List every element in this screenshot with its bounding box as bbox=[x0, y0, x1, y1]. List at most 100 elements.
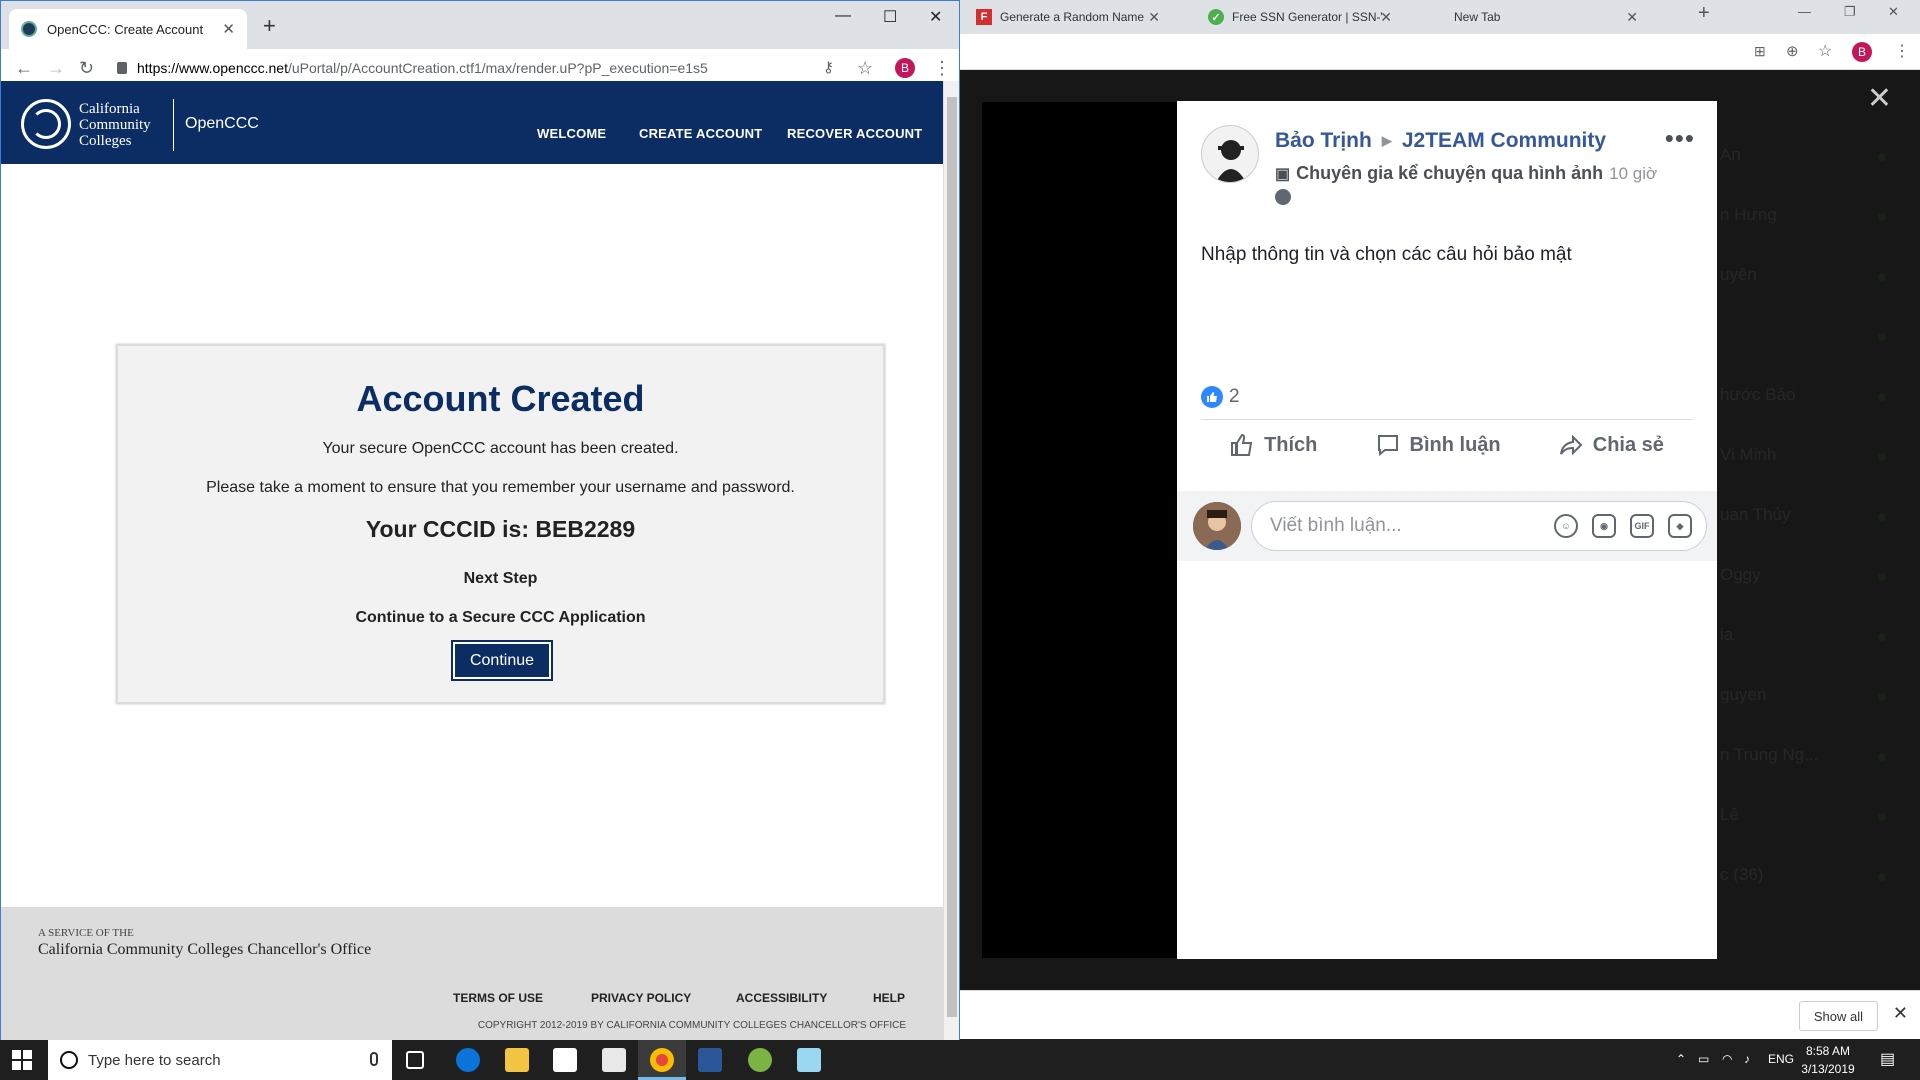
search-placeholder: Type here to search bbox=[88, 1051, 221, 1069]
gif-icon[interactable]: GIF bbox=[1630, 514, 1654, 538]
post-time[interactable]: 10 giờ bbox=[1609, 164, 1657, 184]
scrollbar[interactable] bbox=[943, 81, 959, 1041]
tab-title: Generate a Random Name - Fake bbox=[1000, 10, 1148, 24]
back-arrow-icon[interactable]: ← bbox=[15, 58, 33, 79]
ccc-seal-logo[interactable] bbox=[21, 99, 71, 149]
post-text: Nhập thông tin và chọn các câu hỏi bảo m… bbox=[1201, 244, 1572, 265]
chrome-taskbar-button[interactable] bbox=[638, 1040, 686, 1080]
nav-welcome[interactable]: WELCOME bbox=[537, 126, 606, 141]
continue-button[interactable]: Continue bbox=[451, 640, 553, 681]
share-button[interactable]: Chia sẻ bbox=[1559, 433, 1664, 457]
reload-icon[interactable]: ↻ bbox=[79, 58, 94, 79]
comment-placeholder: Viết bình luận... bbox=[1270, 515, 1402, 536]
microphone-icon[interactable] bbox=[370, 1052, 378, 1066]
footer-help-link[interactable]: HELP bbox=[873, 991, 905, 1005]
file-explorer-icon[interactable] bbox=[505, 1048, 529, 1072]
mail-icon[interactable] bbox=[602, 1048, 626, 1072]
badge-label[interactable]: Chuyên gia kể chuyện qua hình ảnh bbox=[1296, 163, 1603, 184]
like-count: 2 bbox=[1229, 386, 1240, 407]
author-name[interactable]: Bảo Trịnh bbox=[1275, 129, 1372, 153]
post-panel: Bảo Trịnh ▶ J2TEAM Community ••• ▣ Chuyê… bbox=[1177, 101, 1717, 959]
maximize-icon[interactable]: ☐ bbox=[883, 7, 897, 27]
scroll-thumb[interactable] bbox=[947, 97, 957, 1017]
site-header: California Community Colleges OpenCCC WE… bbox=[1, 81, 943, 164]
more-options-icon[interactable]: ••• bbox=[1665, 123, 1695, 154]
user-avatar[interactable] bbox=[1193, 502, 1241, 550]
nav-create-account[interactable]: CREATE ACCOUNT bbox=[639, 126, 762, 141]
emoji-icon[interactable]: ☺ bbox=[1554, 514, 1578, 538]
star-icon[interactable]: ☆ bbox=[857, 58, 873, 79]
toolbar: ⊞ ⊕ ☆ B ⋮ bbox=[960, 34, 1920, 70]
battery-icon[interactable]: ▭ bbox=[1698, 1052, 1709, 1066]
close-icon[interactable]: ✕ bbox=[1148, 9, 1160, 26]
zoom-icon[interactable]: ⊕ bbox=[1786, 42, 1799, 60]
edge-icon[interactable] bbox=[456, 1048, 480, 1072]
minimize-icon[interactable]: — bbox=[835, 7, 851, 25]
clock[interactable]: 8:58 AM 3/13/2019 bbox=[1788, 1042, 1868, 1078]
paint-icon[interactable] bbox=[748, 1048, 772, 1072]
comment-button[interactable]: Bình luận bbox=[1376, 433, 1501, 457]
author-avatar[interactable] bbox=[1201, 125, 1259, 183]
address-bar[interactable]: https://www.openccc.net/uPortal/p/Accoun… bbox=[117, 52, 837, 84]
forward-arrow-icon[interactable]: → bbox=[47, 58, 65, 79]
tab-openccc[interactable]: OpenCCC: Create Account ✕ bbox=[9, 9, 247, 49]
windows-start-icon[interactable] bbox=[12, 1050, 32, 1070]
close-window-icon[interactable]: ✕ bbox=[1888, 4, 1899, 20]
star-icon[interactable]: ☆ bbox=[1818, 41, 1832, 61]
footer-privacy-link[interactable]: PRIVACY POLICY bbox=[591, 991, 691, 1005]
volume-icon[interactable]: ♪ bbox=[1744, 1052, 1750, 1066]
tab-ssn-generator[interactable]: ✓ Free SSN Generator | SSN-Verify ✕ bbox=[1208, 0, 1398, 34]
close-icon[interactable]: ✕ bbox=[1380, 9, 1392, 26]
close-window-icon[interactable]: ✕ bbox=[929, 7, 942, 27]
chrome-icon bbox=[650, 1048, 674, 1072]
profile-avatar[interactable]: B bbox=[1852, 42, 1872, 62]
group-name[interactable]: J2TEAM Community bbox=[1402, 129, 1606, 153]
wifi-icon[interactable]: ◠ bbox=[1722, 1052, 1732, 1066]
openccc-page: California Community Colleges OpenCCC WE… bbox=[1, 81, 943, 1041]
profile-avatar[interactable]: B bbox=[895, 58, 915, 78]
menu-icon[interactable]: ⋮ bbox=[1894, 41, 1910, 61]
taskbar-search-box[interactable]: Type here to search bbox=[48, 1040, 392, 1080]
notepad-icon[interactable] bbox=[797, 1048, 821, 1072]
show-hidden-icons[interactable]: ⌃ bbox=[1676, 1052, 1686, 1066]
nav-recover-account[interactable]: RECOVER ACCOUNT bbox=[787, 126, 922, 141]
tab-new-tab[interactable]: New Tab ✕ bbox=[1454, 0, 1644, 34]
service-of-label: A SERVICE OF THE bbox=[38, 927, 134, 939]
check-icon: ✓ bbox=[1208, 9, 1224, 25]
url-path: /uPortal/p/AccountCreation.ctf1/max/rend… bbox=[287, 60, 708, 76]
card-title: Account Created bbox=[356, 378, 645, 419]
minimize-icon[interactable]: — bbox=[1798, 4, 1811, 19]
chancellors-office-link[interactable]: California Community Colleges Chancellor… bbox=[38, 941, 371, 959]
footer-accessibility-link[interactable]: ACCESSIBILITY bbox=[736, 991, 827, 1005]
translate-icon[interactable]: ⊞ bbox=[1754, 43, 1766, 60]
menu-icon[interactable]: ⋮ bbox=[933, 58, 951, 79]
close-icon[interactable]: ✕ bbox=[222, 20, 235, 38]
new-tab-plus-icon[interactable]: + bbox=[263, 13, 276, 39]
restore-icon[interactable]: ❐ bbox=[1844, 4, 1856, 20]
footer-terms-link[interactable]: TERMS OF USE bbox=[453, 991, 543, 1005]
tab-strip: F Generate a Random Name - Fake ✕ ✓ Free… bbox=[960, 0, 1920, 34]
close-icon[interactable]: ✕ bbox=[1893, 1003, 1908, 1024]
like-button[interactable]: Thích bbox=[1230, 433, 1317, 457]
ccc-wordmark[interactable]: California Community Colleges bbox=[79, 101, 151, 149]
word-icon[interactable] bbox=[698, 1048, 722, 1072]
app-name[interactable]: OpenCCC bbox=[185, 115, 259, 133]
notifications-icon[interactable]: ▤ bbox=[1880, 1049, 1895, 1069]
sticker-icon[interactable]: ◆ bbox=[1668, 514, 1692, 538]
share-label: Chia sẻ bbox=[1592, 433, 1664, 456]
close-icon[interactable]: ✕ bbox=[1867, 84, 1892, 114]
comment-input[interactable]: Viết bình luận... ☺ ◉ GIF ◆ bbox=[1251, 501, 1707, 551]
task-view-icon[interactable] bbox=[406, 1051, 424, 1069]
store-icon[interactable] bbox=[553, 1048, 577, 1072]
key-icon[interactable]: ⚷ bbox=[823, 58, 834, 76]
show-all-button[interactable]: Show all bbox=[1798, 1001, 1878, 1031]
camera-icon[interactable]: ◉ bbox=[1592, 514, 1616, 538]
background-browser-window: F Generate a Random Name - Fake ✕ ✓ Free… bbox=[960, 0, 1920, 1039]
composer-icons: ☺ ◉ GIF ◆ bbox=[1554, 502, 1692, 550]
comment-label: Bình luận bbox=[1409, 433, 1501, 456]
new-tab-plus-icon[interactable]: + bbox=[1698, 2, 1710, 25]
tab-random-name[interactable]: F Generate a Random Name - Fake ✕ bbox=[976, 0, 1166, 34]
facebook-photo-viewer: Ann Hưnguyênhước BảoVi Minhuan ThủyOggyi… bbox=[960, 70, 1920, 990]
like-summary[interactable]: 2 bbox=[1201, 386, 1240, 408]
close-icon[interactable]: ✕ bbox=[1626, 9, 1638, 26]
